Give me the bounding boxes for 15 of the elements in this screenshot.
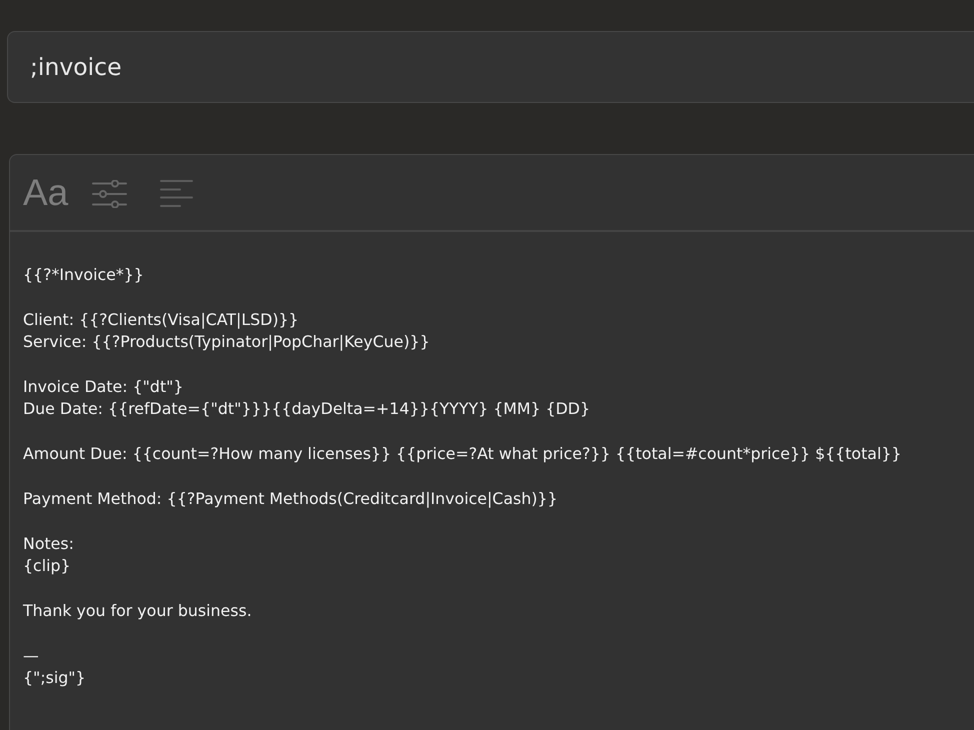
- text-line: Service: {{?Products(Typinator|PopChar|KeyCue)}}: [23, 331, 430, 354]
- text-line: Due Date: {{refDate={"dt"}}}{{dayDelta=+14}}{YYYY} {MM} {DD}: [23, 398, 590, 420]
- text-line: Invoice Date: {"dt"}: [23, 376, 184, 398]
- text-line: {";sig"}: [23, 667, 86, 690]
- text-line: Amount Due: {{count=?How many licenses}} {{price=?At what price?}} {{total=#count*price}} ${{total}}: [23, 443, 902, 466]
- sliders-icon[interactable]: [92, 180, 128, 208]
- text-line: {{?*Invoice*}}: [23, 264, 144, 286]
- text-line: Payment Method: {{?Payment Methods(Creditcard|Invoice|Cash)}}: [23, 488, 558, 510]
- text-line: Notes:: [23, 532, 74, 555]
- text-line: Client: {{?Clients(Visa|CAT|LSD)}}: [23, 308, 299, 331]
- abbreviation-field[interactable]: ;invoice: [7, 31, 974, 103]
- text-line: {clip}: [23, 555, 71, 578]
- text-line: Thank you for your business.: [23, 600, 252, 622]
- align-left-icon[interactable]: [160, 180, 194, 206]
- text-line: —: [23, 644, 39, 667]
